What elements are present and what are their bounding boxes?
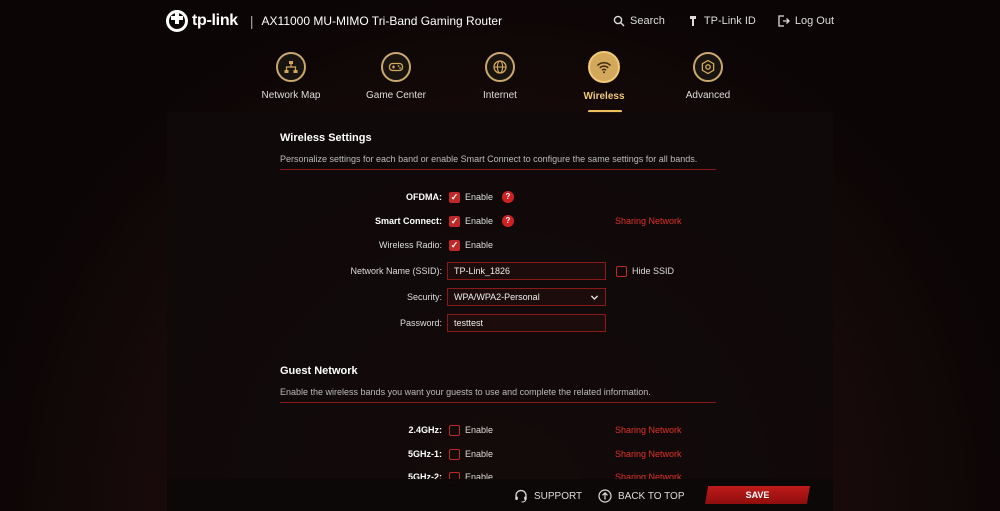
guest-5ghz1-row: 5GHz-1: Enable Sharing Network (167, 445, 833, 465)
guest-network-title: Guest Network (280, 365, 358, 377)
guest-24ghz-row: 2.4GHz: Enable Sharing Network (167, 421, 833, 441)
wireless-radio-checkbox[interactable] (449, 240, 460, 251)
tplink-id-link[interactable]: TP-Link ID (687, 15, 756, 27)
nav-wireless[interactable]: Wireless (559, 51, 649, 102)
logout-icon (778, 15, 790, 27)
main-nav: Network Map Game Center Internet Wireles… (0, 51, 1000, 113)
wireless-settings-desc: Personalize settings for each band or en… (280, 154, 698, 164)
wireless-settings-title: Wireless Settings (280, 132, 372, 144)
search-link[interactable]: Search (613, 15, 665, 27)
guest-24ghz-enable-label[interactable]: Enable (465, 425, 493, 435)
ofdma-checkbox[interactable] (449, 192, 460, 203)
hide-ssid-checkbox[interactable] (616, 266, 627, 277)
nav-internet[interactable]: Internet (455, 52, 545, 101)
guest-24ghz-label: 2.4GHz: (408, 425, 442, 435)
guest-5ghz1-enable-label[interactable]: Enable (465, 449, 493, 459)
logout-label: Log Out (794, 15, 834, 27)
arrow-up-circle-icon (598, 489, 612, 503)
back-to-top-label: BACK TO TOP (618, 490, 685, 502)
smart-connect-checkbox[interactable] (449, 216, 460, 227)
password-label: Password: (399, 318, 442, 328)
save-button[interactable]: SAVE (705, 486, 810, 504)
guest-5ghz1-label: 5GHz-1: (407, 449, 442, 459)
ssid-row: Network Name (SSID): TP-Link_1826 Hide S… (167, 262, 833, 282)
nav-label-network-map: Network Map (261, 90, 321, 101)
guest-24ghz-sharing-link[interactable]: Sharing Network (615, 425, 682, 435)
wireless-radio-enable-label[interactable]: Enable (465, 240, 493, 250)
hide-ssid-label[interactable]: Hide SSID (632, 266, 674, 276)
chevron-down-icon (590, 294, 599, 300)
smart-connect-label: Smart Connect: (374, 216, 442, 226)
smart-connect-row: Smart Connect: Enable ? Sharing Network (167, 212, 833, 232)
gamepad-icon (381, 52, 411, 82)
guest-5ghz1-sharing-link[interactable]: Sharing Network (615, 449, 682, 459)
ssid-input[interactable]: TP-Link_1826 (447, 262, 606, 280)
password-row: Password: testtest (167, 314, 833, 334)
guest-5ghz1-checkbox[interactable] (449, 449, 460, 460)
sticky-footer: SUPPORT BACK TO TOP SAVE (167, 479, 833, 511)
logout-link[interactable]: Log Out (778, 15, 834, 27)
tplink-id-icon (689, 16, 696, 26)
title-separator: | (249, 13, 254, 29)
password-input[interactable]: testtest (447, 314, 606, 332)
nav-advanced[interactable]: Advanced (663, 52, 753, 101)
back-to-top-link[interactable]: BACK TO TOP (598, 489, 685, 503)
section-divider (280, 402, 716, 403)
sharing-network-link[interactable]: Sharing Network (615, 216, 682, 226)
nav-network-map[interactable]: Network Map (246, 52, 336, 101)
security-select[interactable]: WPA/WPA2-Personal (447, 288, 606, 306)
support-link[interactable]: SUPPORT (514, 489, 582, 503)
guest-24ghz-checkbox[interactable] (449, 425, 460, 436)
headset-icon (515, 489, 527, 503)
ssid-label: Network Name (SSID): (350, 266, 442, 276)
smart-connect-enable-label[interactable]: Enable (465, 216, 493, 226)
tp-link-logo-icon (166, 10, 188, 32)
wireless-radio-row: Wireless Radio: Enable (167, 236, 833, 256)
nav-label-advanced: Advanced (685, 90, 731, 101)
globe-icon (485, 52, 515, 82)
nav-label-internet: Internet (483, 90, 517, 101)
security-row: Security: WPA/WPA2-Personal (167, 288, 833, 308)
smart-connect-help-icon[interactable]: ? (502, 215, 514, 227)
gear-icon (693, 52, 723, 82)
section-divider (280, 169, 716, 170)
network-map-icon (276, 52, 306, 82)
nav-label-wireless: Wireless (583, 91, 625, 102)
guest-network-desc: Enable the wireless bands you want your … (280, 387, 651, 397)
ofdma-enable-label[interactable]: Enable (465, 192, 493, 202)
ofdma-label: OFDMA: (406, 192, 442, 202)
tplink-id-label: TP-Link ID (703, 15, 756, 27)
wireless-radio-label: Wireless Radio: (378, 240, 442, 250)
search-label: Search (630, 15, 665, 27)
brand-name: tp-link (192, 12, 238, 29)
search-icon (613, 15, 625, 27)
ofdma-row: OFDMA: Enable ? (167, 188, 833, 208)
support-label: SUPPORT (534, 490, 583, 502)
settings-panel: Wireless Settings Personalize settings f… (167, 112, 833, 511)
nav-game-center[interactable]: Game Center (351, 52, 441, 101)
router-model: AX11000 MU-MIMO Tri-Band Gaming Router (261, 14, 503, 28)
security-label: Security: (406, 292, 442, 302)
top-bar: tp-link | AX11000 MU-MIMO Tri-Band Gamin… (0, 0, 1000, 44)
wifi-icon (588, 51, 620, 83)
ofdma-help-icon[interactable]: ? (502, 191, 514, 203)
tp-link-logo[interactable]: tp-link | AX11000 MU-MIMO Tri-Band Gamin… (166, 10, 502, 32)
security-value: WPA/WPA2-Personal (454, 292, 540, 302)
nav-label-game-center: Game Center (365, 90, 427, 101)
